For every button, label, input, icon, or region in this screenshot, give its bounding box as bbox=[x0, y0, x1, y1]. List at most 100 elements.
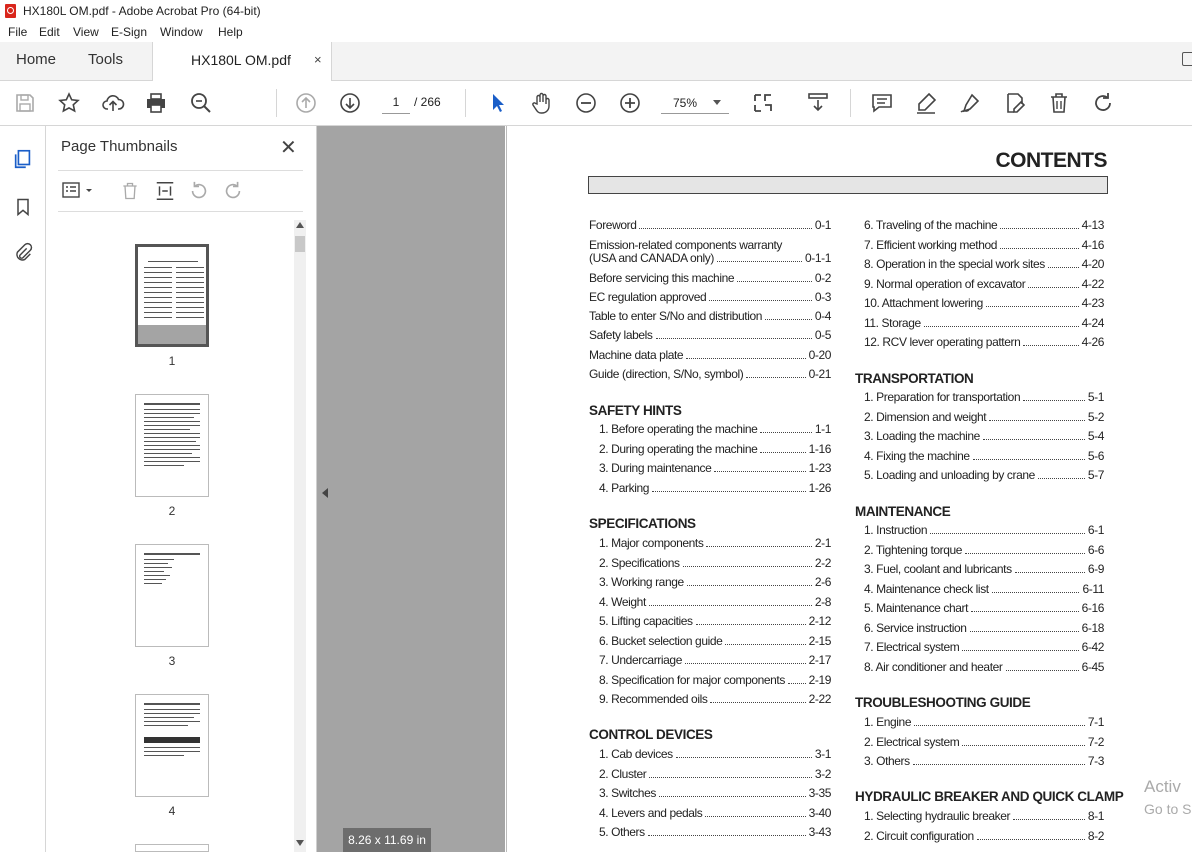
toc-section-heading[interactable]: MAINTENANCE bbox=[855, 504, 951, 519]
menu-view[interactable]: View bbox=[73, 25, 99, 39]
tab-close-icon[interactable]: × bbox=[314, 52, 322, 67]
zoom-in-icon[interactable] bbox=[618, 91, 642, 115]
toc-entry[interactable]: 4. Fixing the machine 5-6 bbox=[864, 449, 1104, 463]
toc-entry[interactable]: 4. Levers and pedals 3-40 bbox=[599, 806, 831, 820]
toc-entry[interactable]: 7. Electrical system 6-42 bbox=[864, 640, 1104, 654]
toc-entry[interactable]: 1. Major components 2-1 bbox=[599, 536, 831, 550]
share-icon[interactable] bbox=[1182, 52, 1192, 66]
toc-entry[interactable]: 2. Dimension and weight 5-2 bbox=[864, 410, 1104, 424]
toc-entry[interactable]: 2. Circuit configuration 8-2 bbox=[864, 829, 1104, 843]
toc-entry[interactable]: 5. Maintenance chart 6-16 bbox=[864, 601, 1104, 615]
select-cursor-icon[interactable] bbox=[486, 91, 510, 115]
menu-window[interactable]: Window bbox=[160, 25, 203, 39]
toc-entry[interactable]: 8. Air conditioner and heater 6-45 bbox=[864, 660, 1104, 674]
toc-section-heading[interactable]: TRANSPORTATION bbox=[855, 371, 974, 386]
toc-entry[interactable]: 5. Loading and unloading by crane 5-7 bbox=[864, 468, 1104, 482]
thumbnail-insert-icon[interactable] bbox=[154, 180, 176, 202]
toc-entry[interactable]: 1. Selecting hydraulic breaker 8-1 bbox=[864, 809, 1104, 823]
tab-tools[interactable]: Tools bbox=[88, 51, 123, 68]
toc-entry[interactable]: 2. Cluster 3-2 bbox=[599, 767, 831, 781]
scroll-down-icon[interactable] bbox=[296, 840, 304, 846]
attachment-paperclip-icon[interactable] bbox=[12, 242, 34, 264]
page-thumbnails-icon[interactable] bbox=[12, 148, 34, 170]
toc-entry[interactable]: 7. Undercarriage 2-17 bbox=[599, 653, 831, 667]
rotate-clockwise-icon[interactable] bbox=[222, 180, 244, 202]
toc-section-heading[interactable]: HYDRAULIC BREAKER AND QUICK CLAMP bbox=[855, 789, 1124, 804]
hand-tool-icon[interactable] bbox=[529, 91, 553, 115]
toc-entry[interactable]: Table to enter S/No and distribution 0-4 bbox=[589, 309, 831, 323]
thumbnail-delete-icon[interactable] bbox=[120, 180, 140, 202]
menu-esign[interactable]: E-Sign bbox=[111, 25, 147, 39]
toc-entry[interactable]: 6. Service instruction 6-18 bbox=[864, 621, 1104, 635]
page-fit-icon[interactable] bbox=[751, 91, 775, 115]
toc-entry[interactable]: Guide (direction, S/No, symbol) 0-21 bbox=[589, 367, 831, 381]
toc-entry[interactable]: 3. Working range 2-6 bbox=[599, 575, 831, 589]
rotate-icon[interactable] bbox=[1091, 91, 1115, 115]
highlight-pen-icon[interactable] bbox=[914, 91, 938, 115]
zoom-level-select[interactable]: 75% bbox=[661, 91, 729, 114]
toc-entry[interactable]: 4. Parking 1-26 bbox=[599, 481, 831, 495]
toc-section-heading[interactable]: SPECIFICATIONS bbox=[589, 516, 696, 531]
toc-entry[interactable]: 1. Before operating the machine 1-1 bbox=[599, 422, 831, 436]
collapse-panel-icon[interactable] bbox=[322, 488, 328, 498]
comment-icon[interactable] bbox=[870, 91, 894, 115]
thumbnail-page-5[interactable] bbox=[135, 844, 209, 852]
delete-trash-icon[interactable] bbox=[1047, 91, 1071, 115]
scroll-up-icon[interactable] bbox=[296, 222, 304, 228]
menu-edit[interactable]: Edit bbox=[39, 25, 60, 39]
upload-cloud-icon[interactable] bbox=[101, 91, 125, 115]
toc-entry[interactable]: Before servicing this machine 0-2 bbox=[589, 271, 831, 285]
toc-entry[interactable]: 3. Loading the machine 5-4 bbox=[864, 429, 1104, 443]
toc-entry[interactable]: (USA and CANADA only) 0-1-1 bbox=[589, 251, 831, 265]
toc-entry[interactable]: 8. Operation in the special work sites 4-… bbox=[864, 257, 1104, 271]
next-page-icon[interactable] bbox=[338, 91, 362, 115]
toc-entry[interactable]: 6. Bucket selection guide 2-15 bbox=[599, 634, 831, 648]
menu-help[interactable]: Help bbox=[218, 25, 243, 39]
toc-entry[interactable]: 8. Specification for major components 2-1… bbox=[599, 673, 831, 687]
toc-entry[interactable]: 9. Recommended oils 2-22 bbox=[599, 692, 831, 706]
toc-entry[interactable]: 12. RCV lever operating pattern 4-26 bbox=[864, 335, 1104, 349]
toc-entry[interactable]: Safety labels 0-5 bbox=[589, 328, 831, 342]
page-number-input[interactable]: 1 bbox=[382, 91, 410, 114]
print-icon[interactable] bbox=[144, 91, 168, 115]
tab-home[interactable]: Home bbox=[16, 51, 56, 68]
toc-entry[interactable]: 1. Instruction 6-1 bbox=[864, 523, 1104, 537]
toc-entry[interactable]: 2. Specifications 2-2 bbox=[599, 556, 831, 570]
toc-entry[interactable]: 2. Electrical system 7-2 bbox=[864, 735, 1104, 749]
toc-entry[interactable]: 5. Others 3-43 bbox=[599, 825, 831, 839]
toc-entry[interactable]: 9. Normal operation of excavator 4-22 bbox=[864, 277, 1104, 291]
toc-entry[interactable]: 4. Weight 2-8 bbox=[599, 595, 831, 609]
pdf-page[interactable]: CONTENTS Foreword 0-1 Emission-related com… bbox=[506, 126, 1192, 852]
toc-entry[interactable]: EC regulation approved 0-3 bbox=[589, 290, 831, 304]
toc-entry[interactable]: 6. Traveling of the machine 4-13 bbox=[864, 218, 1104, 232]
toc-entry[interactable]: 11. Storage 4-24 bbox=[864, 316, 1104, 330]
toc-entry[interactable]: 3. Switches 3-35 bbox=[599, 786, 831, 800]
toc-entry[interactable]: 5. Lifting capacities 2-12 bbox=[599, 614, 831, 628]
tab-document[interactable]: HX180L OM.pdf × bbox=[152, 42, 332, 81]
toc-entry[interactable]: 2. Tightening torque 6-6 bbox=[864, 543, 1104, 557]
zoom-out-icon[interactable] bbox=[574, 91, 598, 115]
menu-file[interactable]: File bbox=[8, 25, 27, 39]
edit-pdf-icon[interactable] bbox=[1003, 91, 1027, 115]
toc-entry[interactable]: 1. Engine 7-1 bbox=[864, 715, 1104, 729]
toc-entry[interactable]: 2. During operating the machine 1-16 bbox=[599, 442, 831, 456]
panel-close-icon[interactable]: ✕ bbox=[280, 135, 297, 160]
previous-page-icon[interactable] bbox=[294, 91, 318, 115]
save-icon[interactable] bbox=[13, 91, 37, 115]
toc-section-heading[interactable]: TROUBLESHOOTING GUIDE bbox=[855, 695, 1031, 710]
toc-entry[interactable]: 3. Fuel, coolant and lubricants 6-9 bbox=[864, 562, 1104, 576]
toc-entry[interactable]: 3. During maintenance 1-23 bbox=[599, 461, 831, 475]
toc-entry[interactable]: 1. Cab devices 3-1 bbox=[599, 747, 831, 761]
scrollbar-thumb[interactable] bbox=[295, 236, 305, 252]
zoom-search-icon[interactable] bbox=[189, 91, 213, 115]
toc-entry[interactable]: 7. Efficient working method 4-16 bbox=[864, 238, 1104, 252]
bookmark-star-icon[interactable] bbox=[57, 91, 81, 115]
toc-entry[interactable]: Foreword 0-1 bbox=[589, 218, 831, 232]
toc-section-heading[interactable]: CONTROL DEVICES bbox=[589, 727, 713, 742]
bookmark-icon[interactable] bbox=[13, 196, 33, 218]
thumbnail-scrollbar[interactable] bbox=[294, 220, 306, 852]
sign-pen-icon[interactable] bbox=[958, 91, 982, 115]
toc-entry[interactable]: 10. Attachment lowering 4-23 bbox=[864, 296, 1104, 310]
toc-entry[interactable]: 3. Others 7-3 bbox=[864, 754, 1104, 768]
thumbnail-options-icon[interactable] bbox=[62, 181, 94, 201]
